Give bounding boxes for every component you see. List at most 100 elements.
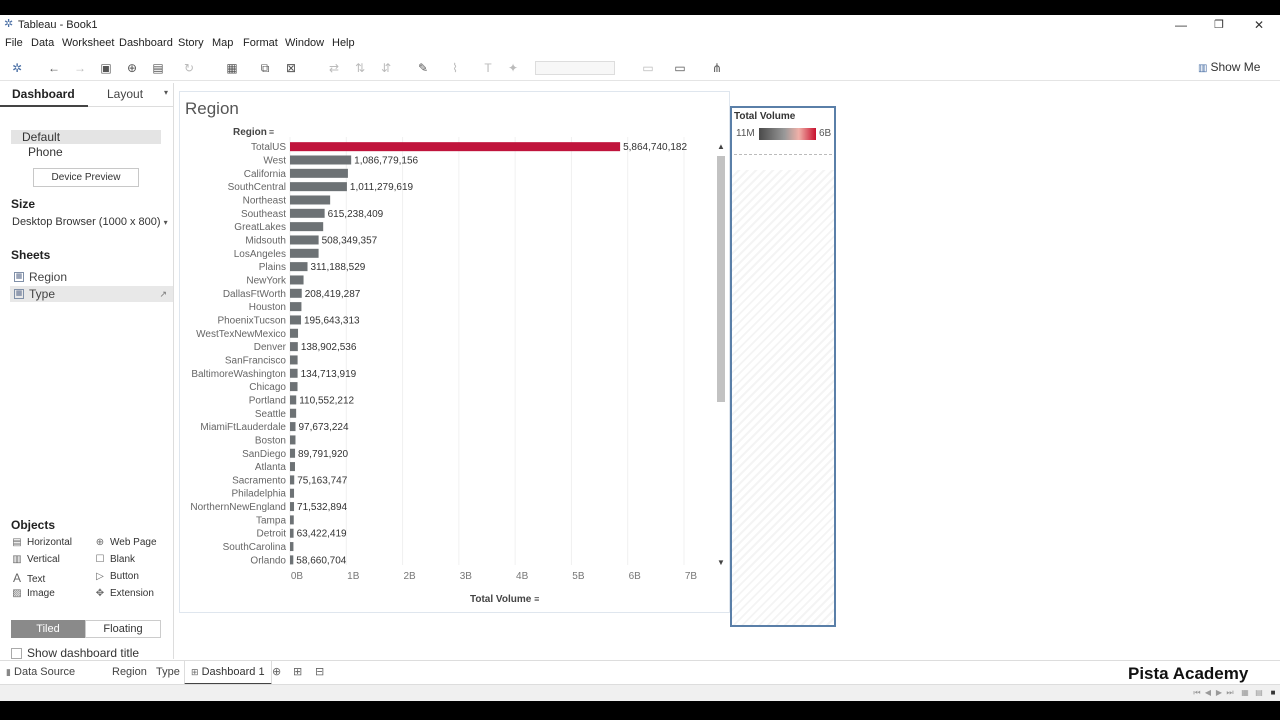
region-label[interactable]: Detroit (257, 529, 287, 540)
bar[interactable] (290, 262, 308, 272)
region-label[interactable]: Atlanta (255, 462, 287, 473)
region-label[interactable]: BaltimoreWashington (191, 369, 286, 380)
bar[interactable] (290, 195, 331, 205)
bar[interactable] (290, 408, 297, 418)
region-label[interactable]: SouthCentral (228, 182, 286, 193)
last-sheet-icon[interactable]: ⏭ (1225, 688, 1235, 698)
object-web-page[interactable]: ⊕ Web Page (94, 537, 157, 548)
region-label[interactable]: Denver (254, 342, 287, 353)
new-worksheet-icon[interactable]: ▦ (224, 60, 240, 76)
object-blank[interactable]: ☐ Blank (94, 554, 136, 565)
menu-worksheet[interactable]: Worksheet (62, 37, 114, 49)
menu-help[interactable]: Help (332, 37, 355, 49)
region-label[interactable]: PhoenixTucson (217, 315, 286, 326)
pane-menu-icon[interactable]: ▾ (164, 88, 168, 97)
region-label[interactable]: LosAngeles (234, 249, 286, 260)
new-data-source-icon[interactable]: ⊕ (124, 60, 140, 76)
bar[interactable] (290, 555, 294, 565)
bar[interactable] (290, 515, 294, 525)
data-source-tab[interactable]: ▮ Data Source (6, 666, 75, 678)
share-icon[interactable]: ⋔ (709, 60, 725, 76)
undo-icon[interactable]: ← (46, 60, 62, 76)
region-label[interactable]: Philadelphia (232, 489, 287, 500)
bar[interactable] (290, 435, 296, 445)
region-label[interactable]: Portland (249, 395, 286, 406)
object-vertical[interactable]: ▥ Vertical (11, 554, 60, 565)
show-filmstrip-icon[interactable]: ▤ (1254, 688, 1264, 698)
bar[interactable] (290, 355, 298, 365)
tab-dashboard[interactable]: Dashboard (12, 87, 75, 101)
region-label[interactable]: WestTexNewMexico (196, 329, 286, 340)
bar[interactable] (290, 462, 295, 472)
region-label[interactable]: TotalUS (251, 142, 286, 153)
pause-updates-icon[interactable]: ▤ (150, 60, 166, 76)
new-story-icon[interactable]: ⊟ (315, 665, 324, 678)
bar[interactable] (290, 395, 297, 405)
next-sheet-icon[interactable]: ▶ (1214, 688, 1224, 698)
show-tabs-icon[interactable]: ■ (1268, 688, 1278, 698)
bar[interactable] (290, 342, 298, 352)
sort-icon[interactable]: ≡ (534, 594, 539, 604)
fix-axes-icon[interactable]: ✦ (505, 60, 521, 76)
bar[interactable] (290, 382, 298, 392)
vertical-scrollbar[interactable]: ▲ ▼ (715, 142, 727, 568)
region-label[interactable]: SanFrancisco (225, 355, 287, 366)
clear-sheet-icon[interactable]: ⊠ (283, 60, 299, 76)
size-dropdown[interactable]: Desktop Browser (1000 x 800) ▾ (12, 216, 168, 228)
region-label[interactable]: SouthCarolina (223, 542, 287, 553)
tab-dashboard-1[interactable]: ⊞ Dashboard 1 (184, 661, 272, 685)
region-label[interactable]: Tampa (256, 515, 286, 526)
region-label[interactable]: DallasFtWorth (223, 289, 286, 300)
sort-icon[interactable]: ≡ (269, 127, 274, 137)
menu-map[interactable]: Map (212, 37, 233, 49)
region-label[interactable]: Plains (259, 262, 286, 273)
bar[interactable] (290, 542, 294, 552)
bar[interactable] (290, 315, 302, 325)
tiled-button[interactable]: Tiled (11, 620, 85, 638)
highlight-icon[interactable]: ✎ (415, 60, 431, 76)
menu-window[interactable]: Window (285, 37, 324, 49)
sheet-item-type[interactable]: ▦ Type ↗ (10, 286, 173, 302)
bar[interactable] (290, 222, 324, 232)
menu-format[interactable]: Format (243, 37, 278, 49)
x-axis-title[interactable]: Total Volume ≡ (470, 594, 539, 605)
object-button[interactable]: ▷ Button (94, 571, 139, 582)
bar[interactable] (290, 248, 319, 258)
show-dashboard-title-checkbox[interactable] (11, 648, 22, 659)
region-label[interactable]: Northeast (243, 195, 287, 206)
duplicate-icon[interactable]: ⧉ (257, 60, 273, 76)
maximize-button[interactable]: ❐ (1209, 17, 1229, 33)
go-to-sheet-icon[interactable]: ↗ (159, 286, 167, 302)
tab-region[interactable]: Region (112, 666, 147, 678)
device-default[interactable]: Default (11, 130, 161, 144)
scroll-down-icon[interactable]: ▼ (715, 558, 727, 568)
object-horizontal[interactable]: ▤ Horizontal (11, 537, 72, 548)
menu-dashboard[interactable]: Dashboard (119, 37, 173, 49)
bar[interactable] (290, 368, 298, 378)
cards-icon[interactable]: ▭ (640, 60, 656, 76)
close-button[interactable]: ✕ (1249, 17, 1269, 33)
sort-descending-icon[interactable]: ⇵ (378, 60, 394, 76)
color-legend-zone[interactable]: Total Volume 11M 6B ⇲ (730, 106, 836, 627)
tableau-home-icon[interactable]: ✲ (9, 60, 25, 76)
region-label[interactable]: NewYork (246, 275, 287, 286)
menu-data[interactable]: Data (31, 37, 54, 49)
labels-icon[interactable]: T (480, 60, 496, 76)
bar[interactable] (290, 328, 299, 338)
region-label[interactable]: California (244, 169, 287, 180)
sort-ascending-icon[interactable]: ⇅ (352, 60, 368, 76)
bar[interactable] (290, 235, 319, 245)
bar[interactable] (290, 502, 295, 512)
refresh-icon[interactable]: ↻ (181, 60, 197, 76)
scrollbar-thumb[interactable] (717, 156, 725, 402)
region-sheet-zone[interactable]: Region Region ≡ TotalUS 5,864,740,182 West 1… (179, 91, 730, 613)
object-text[interactable]: A Text (11, 571, 45, 585)
legend-color-ramp[interactable] (759, 128, 816, 140)
menu-story[interactable]: Story (178, 37, 204, 49)
bar[interactable] (290, 422, 296, 432)
device-phone[interactable]: Phone (11, 145, 161, 159)
region-label[interactable]: Southeast (241, 209, 286, 220)
bar[interactable] (290, 528, 294, 538)
device-preview-button[interactable]: Device Preview (33, 168, 139, 187)
bar[interactable] (290, 208, 325, 218)
